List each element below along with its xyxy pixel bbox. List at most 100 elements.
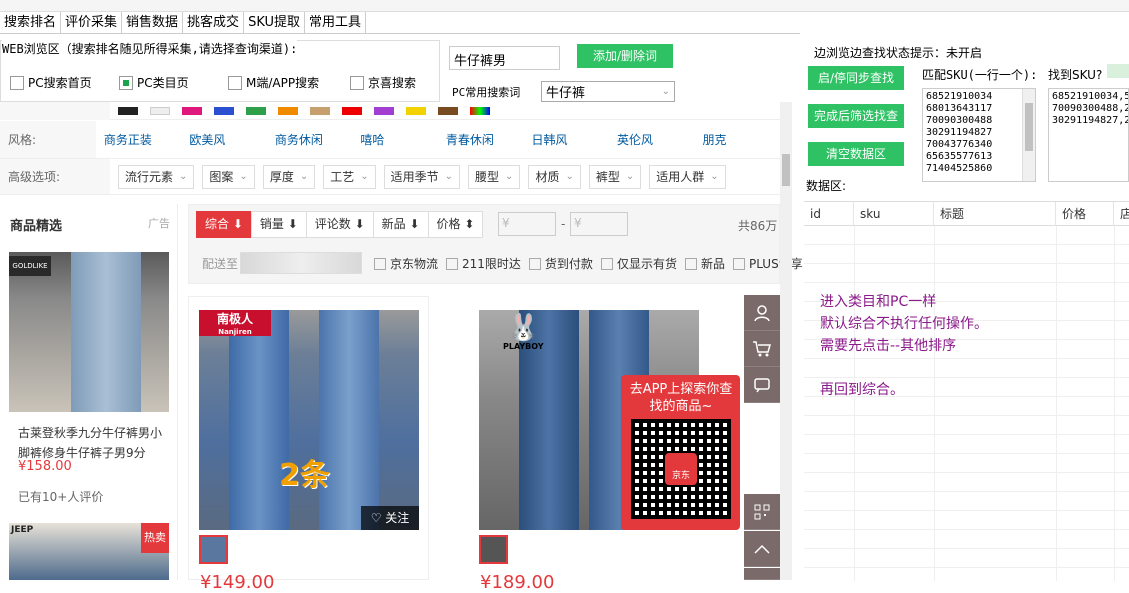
column-header-id[interactable]: id xyxy=(804,202,854,226)
sort-sales[interactable]: 销量 ⬇ xyxy=(250,211,307,238)
product-thumb[interactable] xyxy=(199,535,228,564)
left-product-image[interactable]: GOLDLIKE xyxy=(9,252,169,412)
check-cod[interactable]: 货到付款 xyxy=(528,255,593,272)
tab-search-rank[interactable]: 搜索排名 xyxy=(0,12,62,33)
swatch[interactable] xyxy=(438,106,458,115)
price-max-input[interactable]: ¥ xyxy=(570,212,628,236)
check-in-stock[interactable]: 仅显示有货 xyxy=(600,255,677,272)
swatch[interactable] xyxy=(342,106,362,115)
column-header-sku[interactable]: sku xyxy=(854,202,934,226)
product-thumb[interactable] xyxy=(479,535,508,564)
user-icon[interactable] xyxy=(744,295,780,331)
style-option[interactable]: 商务正装 xyxy=(104,131,182,148)
adv-option[interactable]: 适用人群 ⌄ xyxy=(649,164,726,189)
left-product2-image[interactable]: JEEP 热卖 xyxy=(9,523,169,580)
clear-data-button[interactable]: 清空数据区 xyxy=(808,142,904,166)
brand-logo: GOLDLIKE xyxy=(9,256,51,276)
style-option[interactable]: 英伦风 xyxy=(617,131,695,148)
checkbox[interactable] xyxy=(446,257,459,270)
app-promo-card[interactable]: 去APP上探索你查找的商品~ 京东 xyxy=(621,375,740,530)
checkbox[interactable] xyxy=(528,257,541,270)
swatch[interactable] xyxy=(246,106,266,115)
column-header-shop[interactable]: 店 xyxy=(1114,202,1129,226)
more-icon[interactable] xyxy=(744,568,780,580)
checkbox[interactable] xyxy=(374,257,386,270)
tab-sku-extract[interactable]: SKU提取 xyxy=(244,12,306,33)
left-product-desc[interactable]: 古莱登秋季九分牛仔裤男小脚裤修身牛仔裤子男9分 xyxy=(18,423,163,463)
check-plus[interactable]: PLUS专享 xyxy=(732,255,803,272)
style-option[interactable]: 商务休闲 xyxy=(275,131,353,148)
radio-box[interactable] xyxy=(350,75,364,90)
style-option[interactable]: 青春休闲 xyxy=(446,131,524,148)
scrollbar-thumb[interactable] xyxy=(1025,103,1033,151)
web-view-scrollbar[interactable] xyxy=(780,102,792,580)
tab-deals[interactable]: 挑客成交 xyxy=(183,12,245,33)
match-sku-textarea[interactable]: 68521910034 68013643117 70090300488 3029119… xyxy=(922,88,1036,182)
chevron-down-icon: ⌄ xyxy=(565,171,574,182)
price-min-input[interactable]: ¥ xyxy=(498,212,556,236)
tab-sales-data[interactable]: 销售数据 xyxy=(122,12,184,33)
found-sku-textarea[interactable]: 68521910034,50 70090300488,28 30291194827,… xyxy=(1048,88,1129,182)
left-product-comments[interactable]: 已有10+人评价 xyxy=(18,488,103,505)
checkbox[interactable] xyxy=(684,257,697,270)
swatch[interactable] xyxy=(310,106,330,115)
checkbox[interactable] xyxy=(600,257,613,270)
option-pc-category[interactable]: PC类目页 xyxy=(119,74,189,91)
radio-box[interactable] xyxy=(228,75,242,90)
sort-price[interactable]: 价格 ⬍ xyxy=(427,211,484,238)
qr-icon[interactable] xyxy=(744,494,780,530)
style-option[interactable]: 朋克 xyxy=(702,131,780,148)
adv-option[interactable]: 适用季节 ⌄ xyxy=(383,164,461,189)
adv-option[interactable]: 工艺 ⌄ xyxy=(323,164,376,189)
option-pc-search-home[interactable]: PC搜索首页 xyxy=(10,74,92,91)
pc-keyword-select[interactable]: 牛仔裤 ⌄ xyxy=(541,81,675,102)
adv-option[interactable]: 图案 ⌄ xyxy=(202,164,255,189)
swatch[interactable] xyxy=(214,106,234,115)
option-mobile-app-search[interactable]: M端/APP搜索 xyxy=(228,74,319,91)
cart-icon[interactable] xyxy=(744,331,780,367)
swatch[interactable] xyxy=(150,106,170,115)
swatch[interactable] xyxy=(118,106,138,115)
adv-option[interactable]: 材质 ⌄ xyxy=(528,164,581,189)
check-new[interactable]: 新品 xyxy=(684,255,725,272)
keyword-input[interactable]: 牛仔裤男 xyxy=(449,46,560,70)
style-option[interactable]: 嘻哈 xyxy=(360,131,438,148)
web-browse-title: WEB浏览区（搜索排名随见所得采集,请选择查询渠道): xyxy=(2,40,298,57)
adv-option[interactable]: 腰型 ⌄ xyxy=(468,164,521,189)
instruction-note: 需要先点击--其他排序 xyxy=(820,338,957,354)
swatch[interactable] xyxy=(182,106,202,115)
follow-button[interactable]: ♡ 关注 xyxy=(361,506,419,530)
check-jd-logistics[interactable]: 京东物流 xyxy=(374,255,438,272)
sort-comments[interactable]: 评论数 ⬇ xyxy=(305,211,374,238)
radio-box[interactable] xyxy=(10,75,24,90)
tab-review-collect[interactable]: 评价采集 xyxy=(61,12,123,33)
textarea-scrollbar[interactable] xyxy=(1022,89,1035,181)
style-option[interactable]: 日韩风 xyxy=(531,131,609,148)
scrollbar-thumb[interactable] xyxy=(782,154,790,186)
ship-to-select[interactable] xyxy=(240,252,362,274)
tab-tools[interactable]: 常用工具 xyxy=(305,12,367,33)
radio-box-checked[interactable] xyxy=(119,75,133,90)
column-header-title[interactable]: 标题 xyxy=(934,202,1056,226)
product-image[interactable]: 南极人 Nanjiren 2条 ♡ 关注 xyxy=(199,310,419,530)
column-header-price[interactable]: 价格 xyxy=(1056,202,1114,226)
option-jingxi-search[interactable]: 京喜搜索 xyxy=(350,74,416,91)
style-option[interactable]: 欧美风 xyxy=(189,131,267,148)
add-remove-keyword-button[interactable]: 添加/删除词 xyxy=(577,44,673,68)
swatch[interactable] xyxy=(278,106,298,115)
swatch[interactable] xyxy=(406,106,426,115)
check-211[interactable]: 211限时达 xyxy=(446,255,521,272)
brand-logo: JEEP xyxy=(11,525,34,535)
swatch[interactable] xyxy=(470,106,490,115)
sort-default[interactable]: 综合 ⬇ xyxy=(196,211,252,238)
toggle-sync-button[interactable]: 启/停同步查找 xyxy=(808,66,904,90)
checkbox[interactable] xyxy=(732,257,745,270)
sort-new[interactable]: 新品 ⬇ xyxy=(372,211,429,238)
back-to-top-icon[interactable] xyxy=(744,531,780,567)
adv-option[interactable]: 裤型 ⌄ xyxy=(588,164,642,189)
swatch[interactable] xyxy=(374,106,394,115)
filter-after-done-button[interactable]: 完成后筛选找查 xyxy=(808,104,904,128)
adv-option[interactable]: 流行元素 ⌄ xyxy=(118,164,195,189)
chat-icon[interactable] xyxy=(744,367,780,403)
adv-option[interactable]: 厚度 ⌄ xyxy=(262,164,316,189)
